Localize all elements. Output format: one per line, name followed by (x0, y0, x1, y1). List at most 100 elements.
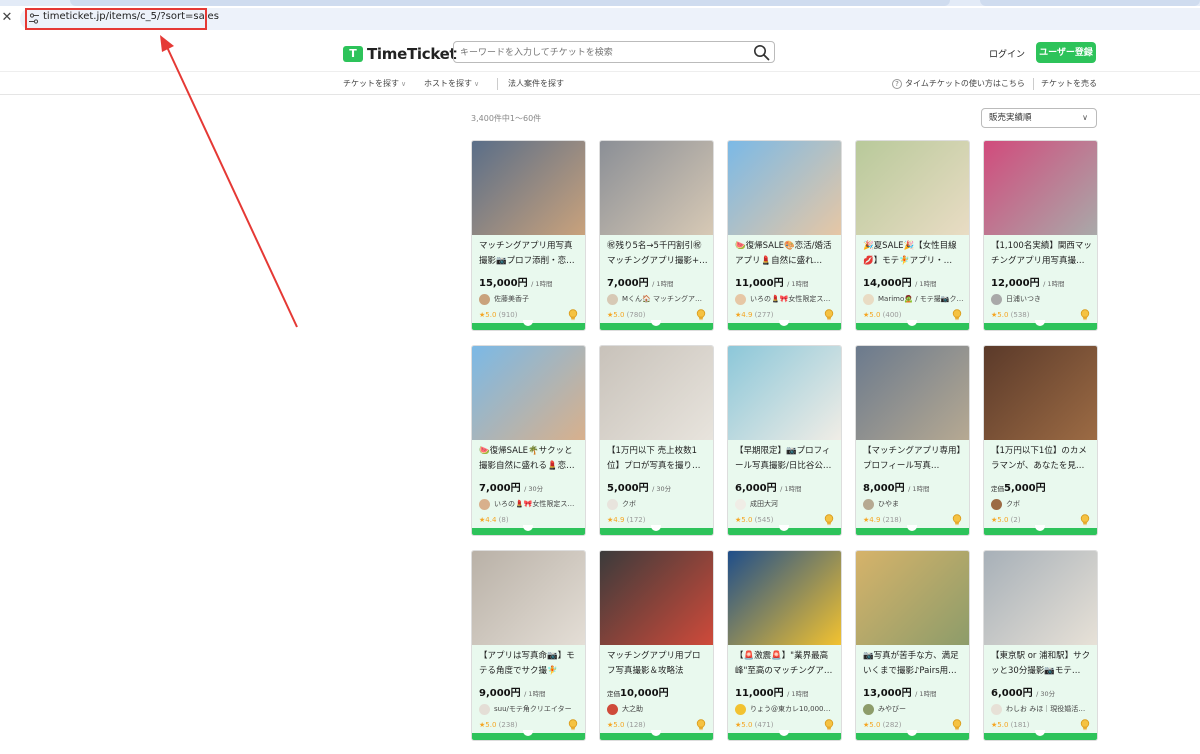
ticket-card[interactable]: 【マッチングアプリ専用】プロフィール写真… 8,000円 / 1時間 ひやま ★4.9… (855, 345, 970, 536)
review-count: (538) (1010, 311, 1030, 319)
ticket-card[interactable]: 【東京駅 or 浦和駅】サクッと30分撮影📷モテ… 6,000円 / 30分 わしお… (983, 550, 1098, 741)
search-icon[interactable] (753, 44, 770, 61)
ticket-title[interactable]: 【東京駅 or 浦和駅】サクッと30分撮影📷モテ… (991, 649, 1092, 679)
ticket-title[interactable]: マッチングアプリ用写真撮影📷プロフ添削・恋… (479, 239, 580, 269)
avatar (735, 498, 746, 510)
ticket-price-value: 6,000円 (735, 483, 777, 494)
ticket-card[interactable]: 【🚨激震🚨】"業界最高峰"至高のマッチングア… 11,000円 / 1時間 りょう@… (727, 550, 842, 741)
host-info[interactable]: クボ (991, 497, 1095, 511)
ticket-title[interactable]: 【早期限定】📷プロフィール写真撮影/日比谷公… (735, 444, 836, 474)
price-unit: / 1時間 (531, 280, 553, 288)
ticket-card[interactable]: 📷写真が苦手な方、満足いくまで撮影♪Pairs用… 13,000円 / 1時間 みや… (855, 550, 970, 741)
help-label: タイムチケットの使い方はこちら (905, 79, 1025, 88)
card-footer-bar (600, 730, 713, 740)
ticket-title[interactable]: 🍉復帰SALE🎨恋活/婚活アプリ💄自然に盛れ… (735, 239, 836, 269)
host-info[interactable]: みやびー (863, 702, 967, 716)
ticket-card[interactable]: ㊗残り5名→5千円割引㊗マッチングアプリ撮影+… 7,000円 / 1時間 Mくん🏠… (599, 140, 714, 331)
ticket-thumbnail[interactable] (600, 141, 713, 235)
ticket-thumbnail[interactable] (984, 141, 1097, 235)
ticket-card[interactable]: マッチングアプリ用写真撮影📷プロフ添削・恋… 15,000円 / 1時間 佐藤美香子… (471, 140, 586, 331)
ticket-card[interactable]: 【早期限定】📷プロフィール写真撮影/日比谷公… 6,000円 / 1時間 成田大河 ★… (727, 345, 842, 536)
ticket-thumbnail[interactable] (856, 141, 969, 235)
ticket-card[interactable]: 🍉復帰SALE🌴サクッと撮影自然に盛れる💄恋… 7,000円 / 30分 いろの💄🎀… (471, 345, 586, 536)
ticket-card[interactable]: 【1万円以下1位】のカメラマンが、あなたを見… 定価5,000円 クボ ★5.0 (2… (983, 345, 1098, 536)
ticket-title[interactable]: 【マッチングアプリ専用】プロフィール写真… (863, 444, 964, 474)
host-name: みやびー (878, 705, 906, 713)
ticket-price-value: 7,000円 (479, 483, 521, 494)
site-logo[interactable]: T TimeTicket (343, 44, 457, 64)
host-info[interactable]: Mくん🏠 マッチングア… (607, 292, 711, 306)
price-unit: / 30分 (652, 485, 672, 493)
ticket-title[interactable]: 📷写真が苦手な方、満足いくまで撮影♪Pairs用… (863, 649, 964, 679)
sort-value: 販売実績順 (989, 113, 1032, 123)
host-info[interactable]: いろの💄🎀女性限定ス… (479, 497, 583, 511)
ticket-thumbnail[interactable] (472, 346, 585, 440)
host-info[interactable]: Marimo🧟 / モテ撮📷ク… (863, 292, 967, 306)
ticket-price-value: 13,000円 (863, 688, 912, 699)
corporate-link[interactable]: 法人案件を探す (508, 78, 564, 89)
ticket-card[interactable]: 【1万円以下 売上枚数1位】プロが写真を撮り… 5,000円 / 30分 クボ ★4.… (599, 345, 714, 536)
host-info[interactable]: suu/モテ角クリエイター (479, 702, 583, 716)
host-info[interactable]: 大之助 (607, 702, 711, 716)
ticket-title[interactable]: 【1,100名実績】関西マッチングアプリ用写真撮… (991, 239, 1092, 269)
find-host-menu[interactable]: ホストを探す ∨ (424, 78, 479, 89)
ticket-card[interactable]: 🎉夏SALE🎉【女性目線💋】モテ🧚アプリ・… 14,000円 / 1時間 Marim… (855, 140, 970, 331)
ticket-title[interactable]: 🎉夏SALE🎉【女性目線💋】モテ🧚アプリ・… (863, 239, 964, 269)
ticket-title[interactable]: 🍉復帰SALE🌴サクッと撮影自然に盛れる💄恋… (479, 444, 580, 474)
ticket-thumbnail[interactable] (728, 346, 841, 440)
card-footer-bar (472, 525, 585, 535)
register-button[interactable]: ユーザー登録 (1036, 42, 1096, 63)
card-footer-bar (472, 730, 585, 740)
ticket-price-value: 9,000円 (479, 688, 521, 699)
avatar (863, 703, 874, 715)
ticket-notch (651, 320, 661, 326)
host-info[interactable]: クボ (607, 497, 711, 511)
browser-tab[interactable] (70, 0, 950, 6)
ticket-card[interactable]: 【アプリは写真命📷】モテる角度でサク撮🧚 9,000円 / 1時間 suu/モテ角ク… (471, 550, 586, 741)
sell-ticket-link[interactable]: チケットを売る (1041, 78, 1097, 89)
host-info[interactable]: 成田大河 (735, 497, 839, 511)
tab-strip (0, 0, 1200, 6)
ticket-thumbnail[interactable] (472, 141, 585, 235)
rating-value: 4.9 (869, 516, 881, 524)
browser-tab[interactable] (980, 0, 1200, 6)
host-info[interactable]: 日浦いつき (991, 292, 1095, 306)
host-info[interactable]: いろの💄🎀女性限定ス… (735, 292, 839, 306)
avatar (991, 703, 1002, 715)
ticket-thumbnail[interactable] (984, 551, 1097, 645)
host-info[interactable]: 佐藤美香子 (479, 292, 583, 306)
help-link[interactable]: ? タイムチケットの使い方はこちら (892, 78, 1025, 89)
ticket-thumbnail[interactable] (856, 346, 969, 440)
host-info[interactable]: わしお みほ｜現役婚活… (991, 702, 1095, 716)
ticket-thumbnail[interactable] (984, 346, 1097, 440)
host-name: クボ (622, 500, 636, 508)
ticket-title[interactable]: 【🚨激震🚨】"業界最高峰"至高のマッチングア… (735, 649, 836, 679)
sort-select[interactable]: 販売実績順 ∨ (981, 108, 1097, 128)
medal-icon (952, 719, 962, 731)
price-unit: / 1時間 (780, 485, 802, 493)
host-info[interactable]: りょう@東カレ10,000… (735, 702, 839, 716)
find-ticket-menu[interactable]: チケットを探す ∨ (343, 78, 406, 89)
ticket-thumbnail[interactable] (600, 346, 713, 440)
ticket-thumbnail[interactable] (728, 551, 841, 645)
ticket-card[interactable]: 【1,100名実績】関西マッチングアプリ用写真撮… 12,000円 / 1時間 日浦… (983, 140, 1098, 331)
host-info[interactable]: ひやま (863, 497, 967, 511)
ticket-title[interactable]: 【1万円以下1位】のカメラマンが、あなたを見… (991, 444, 1092, 474)
ticket-thumbnail[interactable] (856, 551, 969, 645)
ticket-card[interactable]: マッチングアプリ用プロフ写真撮影＆攻略法 定価10,000円 大之助 ★5.0 (12… (599, 550, 714, 741)
ticket-notch (1035, 320, 1045, 326)
ticket-title[interactable]: 【アプリは写真命📷】モテる角度でサク撮🧚 (479, 649, 580, 679)
ticket-title[interactable]: 【1万円以下 売上枚数1位】プロが写真を撮り… (607, 444, 708, 474)
ticket-thumbnail[interactable] (728, 141, 841, 235)
rating: ★4.9 (218) (863, 516, 901, 524)
logo-icon: T (343, 46, 363, 62)
ticket-thumbnail[interactable] (600, 551, 713, 645)
login-link[interactable]: ログイン (989, 47, 1025, 60)
ticket-title[interactable]: マッチングアプリ用プロフ写真撮影＆攻略法 (607, 649, 708, 679)
search-input[interactable] (460, 44, 740, 60)
rating-value: 4.4 (485, 516, 497, 524)
close-icon[interactable]: ✕ (0, 10, 14, 26)
ticket-thumbnail[interactable] (472, 551, 585, 645)
ticket-card[interactable]: 🍉復帰SALE🎨恋活/婚活アプリ💄自然に盛れ… 11,000円 / 1時間 いろの💄… (727, 140, 842, 331)
ticket-title[interactable]: ㊗残り5名→5千円割引㊗マッチングアプリ撮影+… (607, 239, 708, 269)
